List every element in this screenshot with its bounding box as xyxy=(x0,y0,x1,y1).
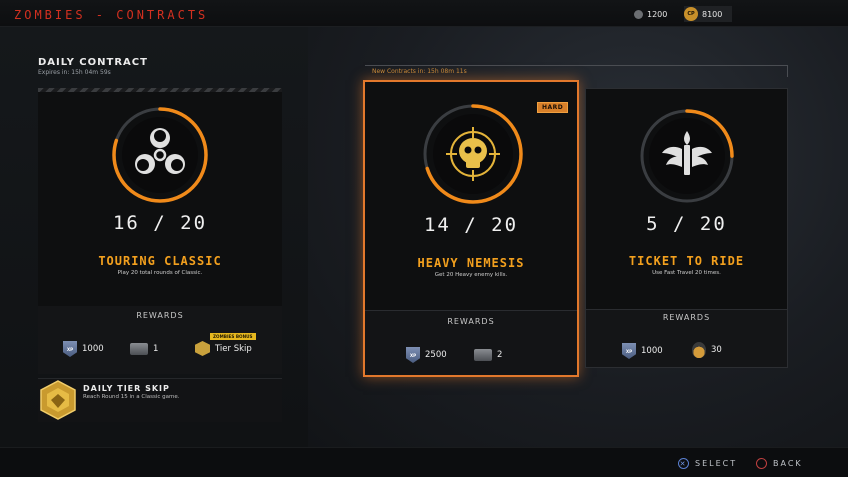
cod-points-count: 8100 xyxy=(702,9,723,19)
reward-xp-value: 1000 xyxy=(641,346,663,356)
daily-reward-tier-skip: Tier Skip xyxy=(195,341,252,356)
bomb-icon xyxy=(634,9,643,19)
top-bar: ZOMBIES - CONTRACTS 1200 CP 8100 xyxy=(0,0,848,27)
heavy-nemesis-name: HEAVY NEMESIS xyxy=(417,256,525,270)
cod-points-currency: CP 8100 xyxy=(684,6,732,22)
xp-icon: XP xyxy=(622,343,636,359)
xp-icon: XP xyxy=(63,341,77,357)
card-divider xyxy=(365,310,577,311)
zombies-bonus-badge: ZOMBIES BONUS xyxy=(210,333,256,340)
tier-skip-emblem-icon xyxy=(40,380,76,420)
page-title: ZOMBIES - CONTRACTS xyxy=(14,8,209,22)
contract-card-heavy-nemesis[interactable]: HARD 14 / 20 HEAVY NEMESIS Get 20 Heavy … xyxy=(363,80,579,377)
reward-elixir-value: 30 xyxy=(711,345,722,355)
tier-skip-icon xyxy=(195,341,210,356)
supply-drop-icon xyxy=(130,343,148,355)
contract-card-ticket-to-ride[interactable]: 5 / 20 TICKET TO RIDE Use Fast Travel 20… xyxy=(585,88,788,368)
ticket-to-ride-reward-xp: XP 1000 xyxy=(622,343,663,359)
back-prompt[interactable]: BACK xyxy=(756,458,803,469)
daily-reward-xp: XP 1000 xyxy=(63,341,104,357)
cross-button-icon: ✕ xyxy=(678,458,689,469)
reward-supply-drop-value: 2 xyxy=(497,350,503,360)
ticket-to-ride-desc: Use Fast Travel 20 times. xyxy=(652,270,721,276)
reward-xp-value: 2500 xyxy=(425,350,447,360)
heavy-nemesis-progress-ring xyxy=(423,104,523,204)
daily-progress-ring xyxy=(112,107,208,203)
cod-points-icon: CP xyxy=(684,7,698,21)
heavy-nemesis-reward-supply-drop: 2 xyxy=(474,349,502,361)
reward-tier-skip-label: Tier Skip xyxy=(215,343,252,354)
back-label: BACK xyxy=(773,459,803,468)
bombs-currency: 1200 xyxy=(634,6,667,22)
card-divider xyxy=(586,309,787,310)
circle-button-icon xyxy=(756,458,767,469)
reward-xp-value: 1000 xyxy=(82,344,104,354)
daily-contract-desc: Play 20 total rounds of Classic. xyxy=(117,270,203,276)
ticket-to-ride-progress-ring xyxy=(640,109,734,203)
elixir-flask-icon xyxy=(692,342,706,358)
ticket-to-ride-reward-elixir: 30 xyxy=(692,342,722,358)
hard-badge: HARD xyxy=(537,102,569,113)
daily-contract-name: TOURING CLASSIC xyxy=(98,254,222,268)
xp-icon: XP xyxy=(406,347,420,363)
select-prompt[interactable]: ✕ SELECT xyxy=(678,458,737,469)
select-label: SELECT xyxy=(695,459,738,468)
bombs-count: 1200 xyxy=(647,9,668,19)
ticket-to-ride-name: TICKET TO RIDE xyxy=(628,254,745,268)
ticket-to-ride-rewards-label: REWARDS xyxy=(662,313,711,322)
tier-skip-desc: Reach Round 15 in a Classic game. xyxy=(83,394,180,400)
daily-progress-text: 16 / 20 xyxy=(112,212,208,234)
daily-expires-timer: Expires in: 15h 04m 59s xyxy=(38,69,111,76)
daily-rewards-label: REWARDS xyxy=(136,311,184,320)
tier-skip-title: DAILY TIER SKIP xyxy=(83,384,170,393)
new-contracts-timer: New Contracts in: 15h 08m 11s xyxy=(372,68,467,75)
heavy-nemesis-rewards-label: REWARDS xyxy=(447,317,495,326)
supply-drop-icon xyxy=(474,349,492,361)
heavy-nemesis-progress-text: 14 / 20 xyxy=(423,214,519,236)
heavy-nemesis-desc: Get 20 Heavy enemy kills. xyxy=(434,272,508,278)
ticket-to-ride-progress-text: 5 / 20 xyxy=(646,213,727,235)
daily-reward-supply-drop: 1 xyxy=(130,343,158,355)
reward-supply-drop-value: 1 xyxy=(153,344,159,354)
daily-contract-title: DAILY CONTRACT xyxy=(38,57,148,68)
heavy-nemesis-reward-xp: XP 2500 xyxy=(406,347,447,363)
daily-contract-card[interactable]: 16 / 20 TOURING CLASSIC Play 20 total ro… xyxy=(38,92,282,374)
